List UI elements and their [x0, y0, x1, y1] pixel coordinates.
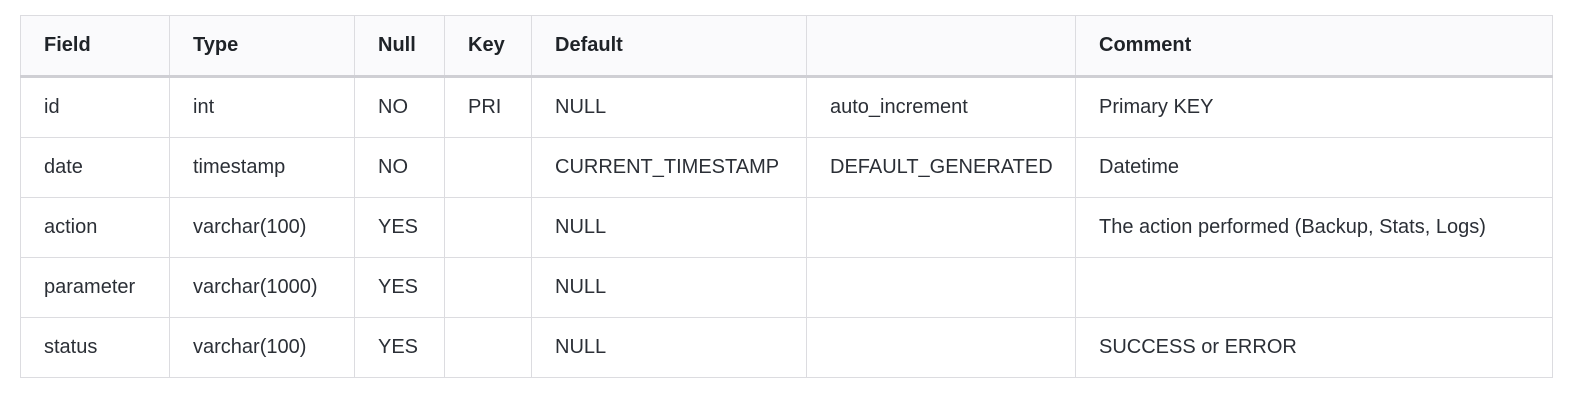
cell-key [444, 317, 532, 378]
table-row: action varchar(100) YES NULL The action … [20, 197, 1553, 258]
cell-key: PRI [444, 76, 532, 138]
cell-default: NULL [531, 76, 807, 138]
cell-type: varchar(1000) [169, 257, 355, 318]
cell-default: NULL [531, 257, 807, 318]
header-default: Default [531, 15, 807, 78]
cell-default: CURRENT_TIMESTAMP [531, 137, 807, 198]
header-row: Field Type Null Key Default Comment [20, 15, 1553, 78]
table-row: id int NO PRI NULL auto_increment Primar… [20, 76, 1553, 138]
cell-extra: DEFAULT_GENERATED [806, 137, 1076, 198]
cell-null: YES [354, 317, 445, 378]
header-type: Type [169, 15, 355, 78]
header-field: Field [20, 15, 170, 78]
cell-comment: Datetime [1075, 137, 1553, 198]
header-extra [806, 15, 1076, 78]
cell-null: YES [354, 197, 445, 258]
cell-type: timestamp [169, 137, 355, 198]
table-row: parameter varchar(1000) YES NULL [20, 257, 1553, 318]
cell-extra [806, 257, 1076, 318]
cell-extra [806, 197, 1076, 258]
cell-field: id [20, 76, 170, 138]
cell-default: NULL [531, 317, 807, 378]
header-null: Null [354, 15, 445, 78]
schema-table-container: Field Type Null Key Default Comment id i… [20, 15, 1553, 378]
header-key: Key [444, 15, 532, 78]
cell-type: varchar(100) [169, 317, 355, 378]
cell-type: varchar(100) [169, 197, 355, 258]
schema-table: Field Type Null Key Default Comment id i… [20, 15, 1553, 378]
cell-default: NULL [531, 197, 807, 258]
table-header: Field Type Null Key Default Comment [20, 15, 1553, 78]
cell-field: parameter [20, 257, 170, 318]
header-comment: Comment [1075, 15, 1553, 78]
cell-null: YES [354, 257, 445, 318]
cell-extra [806, 317, 1076, 378]
cell-comment [1075, 257, 1553, 318]
cell-type: int [169, 76, 355, 138]
cell-null: NO [354, 137, 445, 198]
table-row: status varchar(100) YES NULL SUCCESS or … [20, 317, 1553, 378]
cell-key [444, 197, 532, 258]
cell-extra: auto_increment [806, 76, 1076, 138]
cell-key [444, 137, 532, 198]
cell-key [444, 257, 532, 318]
table-body: id int NO PRI NULL auto_increment Primar… [20, 76, 1553, 378]
cell-comment: Primary KEY [1075, 76, 1553, 138]
cell-null: NO [354, 76, 445, 138]
cell-comment: The action performed (Backup, Stats, Log… [1075, 197, 1553, 258]
cell-comment: SUCCESS or ERROR [1075, 317, 1553, 378]
cell-field: status [20, 317, 170, 378]
cell-field: date [20, 137, 170, 198]
cell-field: action [20, 197, 170, 258]
table-row: date timestamp NO CURRENT_TIMESTAMP DEFA… [20, 137, 1553, 198]
